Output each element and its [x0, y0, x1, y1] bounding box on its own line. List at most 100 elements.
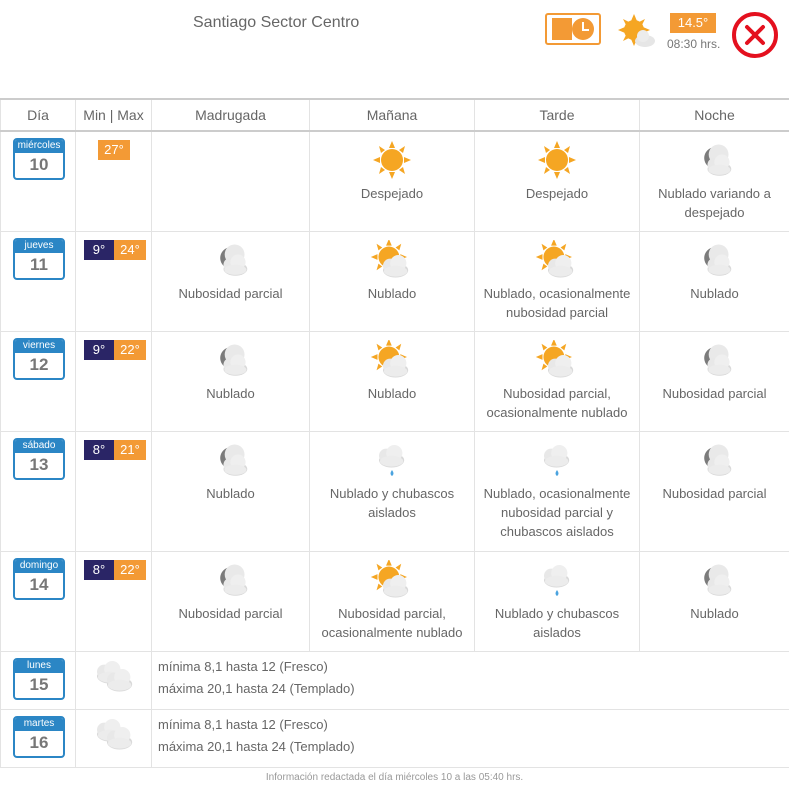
sun-cloud-icon: [370, 239, 409, 277]
cloud-rain-icon: [379, 444, 405, 476]
current-temperature: 14.5°: [670, 13, 716, 33]
period-cell: Nublado variando a despejado: [639, 130, 789, 232]
forecast-description: Nubosidad parcial, ocasionalmente nublad…: [486, 385, 628, 420]
max-temp-badge: 24°: [114, 239, 146, 260]
sun-icon: [373, 141, 411, 179]
clouds-icon: [96, 660, 132, 691]
forecast-description: Nubosidad parcial: [662, 385, 767, 401]
period-cell: Nublado: [309, 330, 475, 432]
day-number: 10: [29, 155, 49, 174]
moon-cloud-icon: [219, 244, 247, 276]
table-row: sábado 13 8° 21° Nublado Nublado y chubascos …: [0, 430, 789, 552]
period-cell: Nublado, ocasionalmente nubosidad parcia…: [474, 230, 640, 332]
column-header-manana: Mañana: [309, 98, 475, 132]
table-row: viernes 12 9° 22° Nublado Nublado Nubosidad pa…: [0, 330, 789, 432]
period-cell: Nubosidad parcial, ocasionalmente nublad…: [474, 330, 640, 432]
day-name: martes: [15, 717, 63, 731]
period-cell: Nubosidad parcial, ocasionalmente nublad…: [309, 550, 475, 652]
forecast-body: miércoles 10 27° Despejado Despejado Nublado …: [0, 130, 789, 768]
max-temp-badge: 22°: [114, 559, 146, 580]
period-cell: Nublado: [309, 230, 475, 332]
day-name: jueves: [15, 239, 63, 253]
forecast-description: [152, 132, 309, 140]
minmax-cell: 9° 22°: [75, 330, 152, 432]
period-cell: Nublado: [151, 330, 310, 432]
sun-cloud-icon: [370, 559, 409, 597]
max-temp-badge: 27°: [98, 140, 130, 160]
forecast-description: Nublado y chubascos aislados: [329, 485, 455, 520]
day-cell: domingo 14: [0, 550, 76, 652]
cloud-rain-icon: [544, 564, 570, 596]
day-number: 12: [29, 354, 49, 374]
summary-text: mínima 8,1 hasta 12 (Fresco) máxima 20,1 …: [152, 652, 789, 700]
forecast-description: Despejado: [525, 186, 589, 201]
day-number: 11: [30, 254, 48, 274]
clouds-icon: [96, 718, 132, 749]
forecast-description: Nublado: [367, 285, 417, 301]
location-title: Santiago Sector Centro: [193, 14, 360, 31]
forecast-description: Nublado: [367, 385, 417, 401]
min-temp-badge: 9°: [84, 239, 114, 260]
footer-note: Información redactada el día miércoles 1…: [265, 771, 524, 783]
moon-cloud-icon: [703, 344, 731, 376]
forecast-description: Nubosidad parcial, ocasionalmente nublad…: [321, 605, 463, 640]
forecast-description: Nubosidad parcial: [662, 485, 767, 501]
table-row: jueves 11 9° 24° Nubosidad parcial Nublado Nub…: [0, 230, 789, 332]
period-cell: Nublado, ocasionalmente nubosidad parcia…: [474, 430, 640, 552]
cloud-moon-icon: [219, 344, 247, 376]
column-header-tarde: Tarde: [474, 98, 640, 132]
moon-cloud-icon: [703, 444, 731, 476]
table-row: domingo 14 8° 22° Nubosidad parcial Nubosidad…: [0, 550, 789, 652]
min-temp-badge: 8°: [84, 559, 114, 580]
period-cell: Nublado y chubascos aislados: [309, 430, 475, 552]
period-cell: Nublado: [639, 550, 789, 652]
day-number: 13: [29, 454, 49, 474]
period-cell: Despejado: [309, 130, 475, 232]
min-temp-badge: 9°: [84, 339, 114, 360]
close-icon: [745, 25, 765, 45]
summary-line: mínima 8,1 hasta 12 (Fresco): [158, 716, 328, 732]
min-temp-badge: 8°: [84, 439, 114, 460]
cloud-moon-icon: [703, 144, 731, 176]
table-row: miércoles 10 27° Despejado Despejado Nublado …: [0, 130, 789, 232]
day-badge: jueves 11: [13, 237, 65, 280]
minmax-cell: 8° 21°: [75, 430, 152, 552]
period-cell: Nublado y chubascos aislados: [474, 550, 640, 652]
summary-line: mínima 8,1 hasta 12 (Fresco): [158, 658, 328, 674]
column-header-day: Día: [0, 98, 76, 132]
forecast-description: Nublado: [206, 385, 255, 401]
moon-cloud-icon: [219, 564, 247, 596]
day-badge: domingo 14: [13, 557, 65, 600]
day-name: viernes: [15, 339, 63, 353]
forecast-description: Despejado: [360, 186, 424, 201]
cloud-moon-icon: [219, 444, 247, 476]
header: Santiago Sector Centro 14.5° 08:30 hrs.: [0, 0, 789, 98]
summary-line: máxima 20,1 hasta 24 (Templado): [158, 680, 355, 696]
max-temp-badge: 22°: [114, 339, 146, 360]
sun-cloud-icon: [370, 339, 409, 377]
table-row: martes 16 mínima 8,1 hasta 12 (Fresco) máxi…: [0, 708, 789, 768]
day-badge: sábado 13: [13, 437, 65, 480]
forecast-description: Nublado, ocasionalmente nubosidad parcia…: [483, 285, 631, 320]
column-header-minmax: Min | Max: [75, 98, 152, 132]
day-cell: viernes 12: [0, 330, 76, 432]
forecast-description: Nubosidad parcial: [178, 605, 283, 621]
summary-text: mínima 8,1 hasta 12 (Fresco) máxima 20,1 …: [152, 710, 789, 758]
period-cell: Nublado: [151, 430, 310, 552]
cloud-moon-icon: [703, 564, 731, 596]
forecast-description: Nubosidad parcial: [178, 285, 283, 301]
close-button[interactable]: [732, 12, 778, 58]
day-cell: jueves 11: [0, 230, 76, 332]
thermometer-clock-icon[interactable]: [545, 13, 601, 45]
day-badge: viernes 12: [13, 337, 65, 380]
day-name: miércoles: [15, 140, 63, 153]
day-cell: martes 16: [0, 708, 76, 768]
day-number: 16: [29, 732, 49, 752]
day-cell: miércoles 10: [0, 130, 76, 232]
minmax-cell: 27°: [75, 130, 152, 232]
cloud-moon-icon: [703, 244, 731, 276]
minmax-cell: 9° 24°: [75, 230, 152, 332]
cloud-rain-icon: [544, 444, 570, 476]
forecast-description: Nublado: [206, 485, 255, 501]
table-row: lunes 15 mínima 8,1 hasta 12 (Fresco) máxim…: [0, 650, 789, 710]
